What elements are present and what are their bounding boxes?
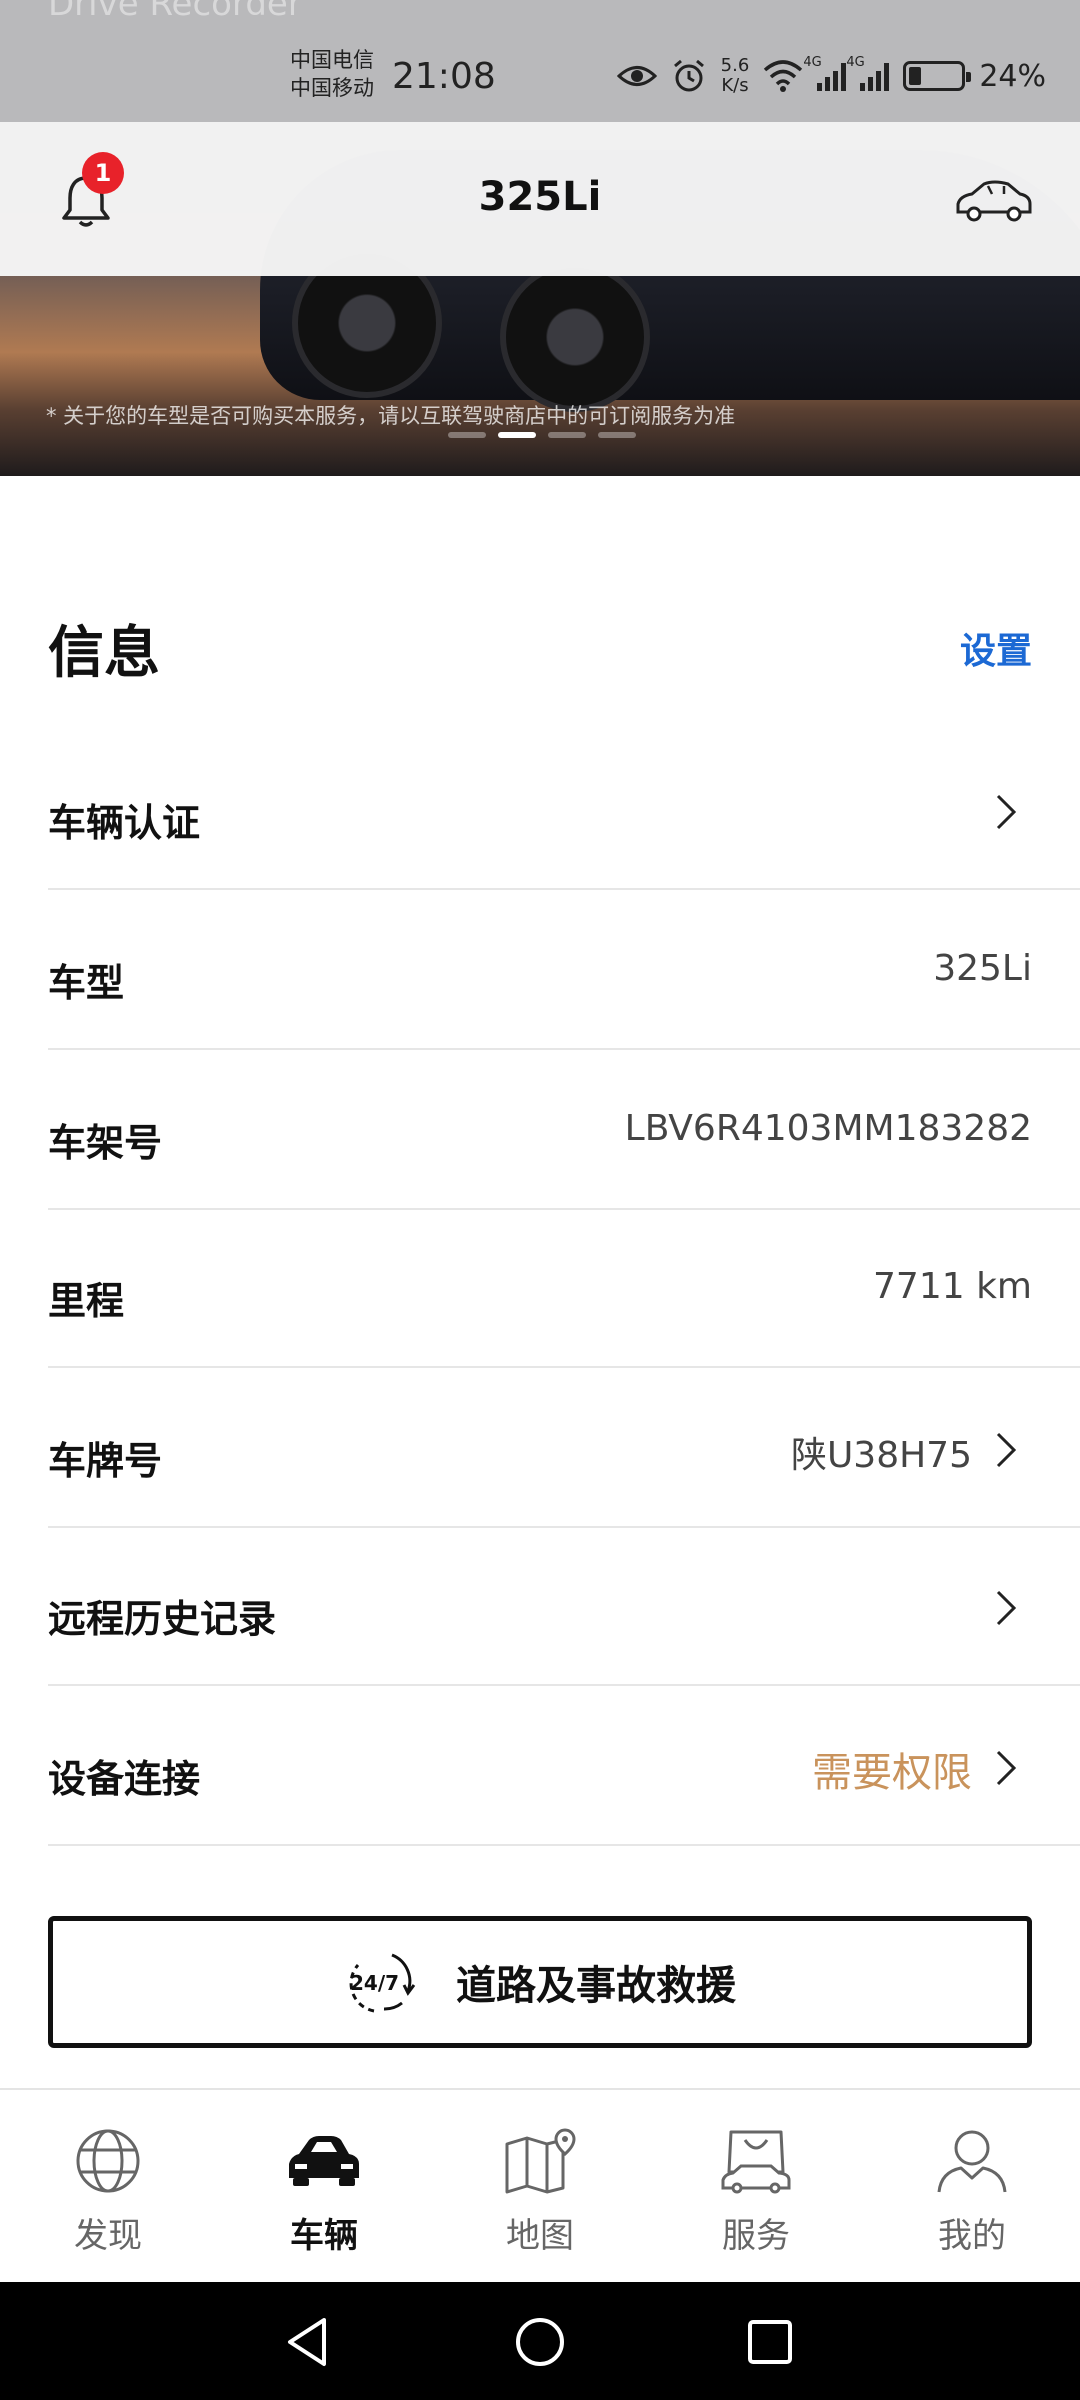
row-value: 7711 km	[873, 1266, 1032, 1307]
hero-ghost-title: Drive Recorder	[48, 0, 302, 24]
net-speed: 5.6 K/s	[721, 56, 750, 96]
chevron-right-icon	[996, 1432, 1017, 1468]
nav-label: 车辆	[290, 2216, 358, 2256]
page-title: 325Li	[478, 174, 602, 220]
carrier-names: 中国电信 中国移动	[290, 46, 374, 102]
roadside-assistance-label: 道路及事故救援	[456, 1963, 736, 2009]
carousel-dot-active[interactable]	[498, 432, 536, 438]
row-label: 车牌号	[48, 1439, 163, 1483]
battery-percent: 24%	[979, 58, 1046, 94]
nav-label: 服务	[722, 2216, 790, 2256]
network-type-1: 4G	[803, 55, 822, 70]
carousel-dot[interactable]	[598, 432, 636, 438]
carrier-2: 中国移动	[290, 76, 374, 100]
roadside-assistance-button[interactable]: 24/7 道路及事故救援	[48, 1916, 1032, 2048]
24-7-assistance-icon: 24/7	[349, 1953, 416, 2013]
shopping-bag-icon	[721, 2130, 791, 2194]
permission-required-status: 需要权限	[812, 1750, 972, 1796]
battery-icon	[903, 61, 972, 91]
alarm-icon	[673, 59, 704, 92]
row-value: 325Li	[933, 948, 1032, 989]
carousel-dot[interactable]	[548, 432, 586, 438]
car-icon	[289, 2136, 359, 2186]
chevron-right-icon	[996, 794, 1017, 830]
nav-map[interactable]: 地图	[432, 2090, 648, 2282]
recent-apps-icon[interactable]	[742, 2314, 798, 2370]
row-remote-history[interactable]: 远程历史记录	[48, 1528, 1080, 1686]
nav-profile[interactable]: 我的	[864, 2090, 1080, 2282]
row-vehicle-certification[interactable]: 车辆认证	[48, 732, 1080, 890]
user-icon	[937, 2130, 1007, 2193]
row-mileage: 里程 7711 km	[48, 1210, 1080, 1368]
back-icon[interactable]	[280, 2314, 336, 2370]
row-model: 车型 325Li	[48, 892, 1080, 1050]
network-type-2: 4G	[846, 55, 865, 70]
carousel-indicator	[448, 432, 636, 438]
bottom-navigation: 发现 车辆 地图 服务 我的	[0, 2088, 1080, 2282]
carousel-dot[interactable]	[448, 432, 486, 438]
clock: 21:08	[392, 56, 496, 97]
vehicle-switch-icon[interactable]	[954, 174, 1034, 228]
row-label: 车辆认证	[48, 801, 201, 845]
row-device-connection[interactable]: 设备连接 需要权限	[48, 1688, 1080, 1846]
row-value: LBV6R4103MM183282	[624, 1108, 1032, 1149]
section-title: 信息	[48, 621, 160, 686]
row-label: 车架号	[48, 1121, 163, 1165]
wifi-icon	[764, 60, 803, 92]
chevron-right-icon	[996, 1590, 1017, 1626]
nav-vehicle[interactable]: 车辆	[216, 2090, 432, 2282]
globe-icon	[76, 2129, 140, 2193]
row-value: 陕U38H75	[790, 1435, 972, 1476]
carrier-1: 中国电信	[290, 48, 374, 72]
nav-discover[interactable]: 发现	[0, 2090, 216, 2282]
service-disclaimer: * 关于您的车型是否可购买本服务，请以互联驾驶商店中的可订阅服务为准	[46, 404, 736, 428]
status-icons: 5.6 K/s 4G 4G 24%	[616, 55, 1046, 96]
row-label: 设备连接	[48, 1757, 201, 1801]
24-7-text: 24/7	[350, 1971, 399, 1995]
signal-icon: 4G	[803, 55, 847, 91]
top-app-bar: 1 325Li	[0, 122, 1080, 276]
nav-label: 我的	[938, 2216, 1006, 2256]
car-wheel-rear	[500, 262, 650, 412]
battery-level	[909, 67, 922, 85]
home-icon[interactable]	[512, 2314, 568, 2370]
signal-icon: 4G	[846, 55, 890, 91]
system-navigation-bar	[0, 2282, 1080, 2400]
row-label: 里程	[48, 1279, 125, 1323]
info-section-header: 信息 设置	[48, 608, 1032, 686]
nav-label: 发现	[74, 2216, 142, 2256]
settings-link[interactable]: 设置	[960, 622, 1032, 674]
nav-label: 地图	[506, 2216, 574, 2256]
row-label: 远程历史记录	[48, 1597, 277, 1641]
nav-services[interactable]: 服务	[648, 2090, 864, 2282]
eye-icon	[616, 66, 657, 86]
row-label: 车型	[48, 961, 125, 1005]
row-license-plate[interactable]: 车牌号 陕U38H75	[48, 1370, 1080, 1528]
net-speed-value: 5.6	[720, 55, 750, 76]
net-speed-unit: K/s	[721, 75, 749, 96]
row-vin: 车架号 LBV6R4103MM183282	[48, 1052, 1080, 1210]
chevron-right-icon	[996, 1750, 1017, 1786]
status-bar: Drive Recorder 中国电信 中国移动 21:08 5.6 K/s 4…	[0, 0, 1080, 122]
map-icon	[505, 2128, 576, 2194]
